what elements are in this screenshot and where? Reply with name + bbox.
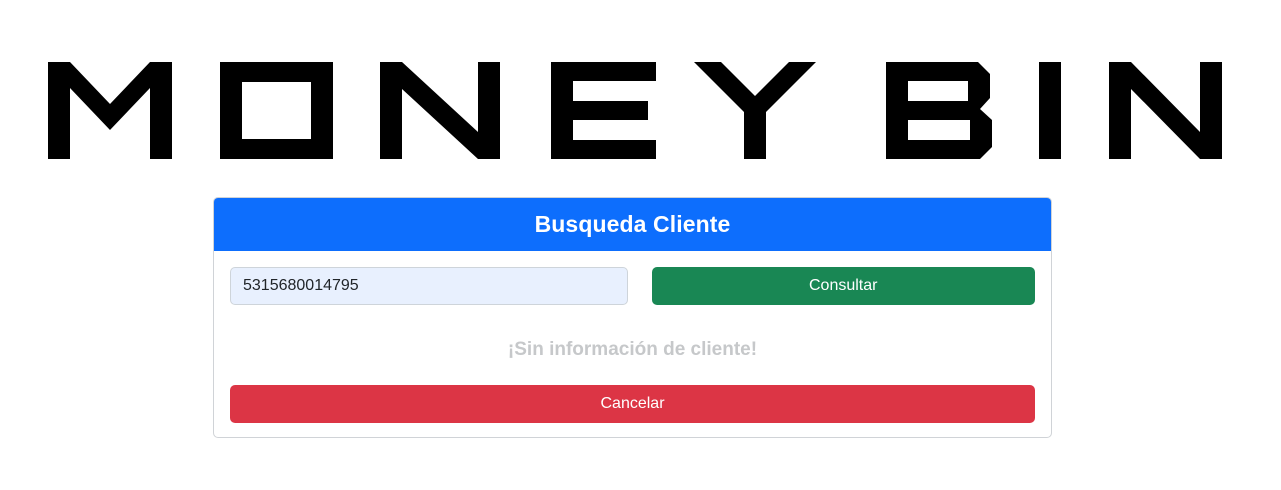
card-header: Busqueda Cliente [214,198,1051,251]
card-title: Busqueda Cliente [534,211,731,237]
consult-button[interactable]: Consultar [651,267,1035,305]
money-bin-logo [48,62,1224,162]
client-search-input[interactable] [230,267,628,305]
cancel-button-label: Cancelar [600,395,665,412]
cancel-button[interactable]: Cancelar [230,385,1035,423]
empty-state-message: ¡Sin información de cliente! [507,339,758,360]
search-client-card: Busqueda Cliente Consultar ¡Sin informac… [213,197,1052,438]
consult-button-label: Consultar [809,277,878,294]
search-row: Consultar [230,267,1035,305]
